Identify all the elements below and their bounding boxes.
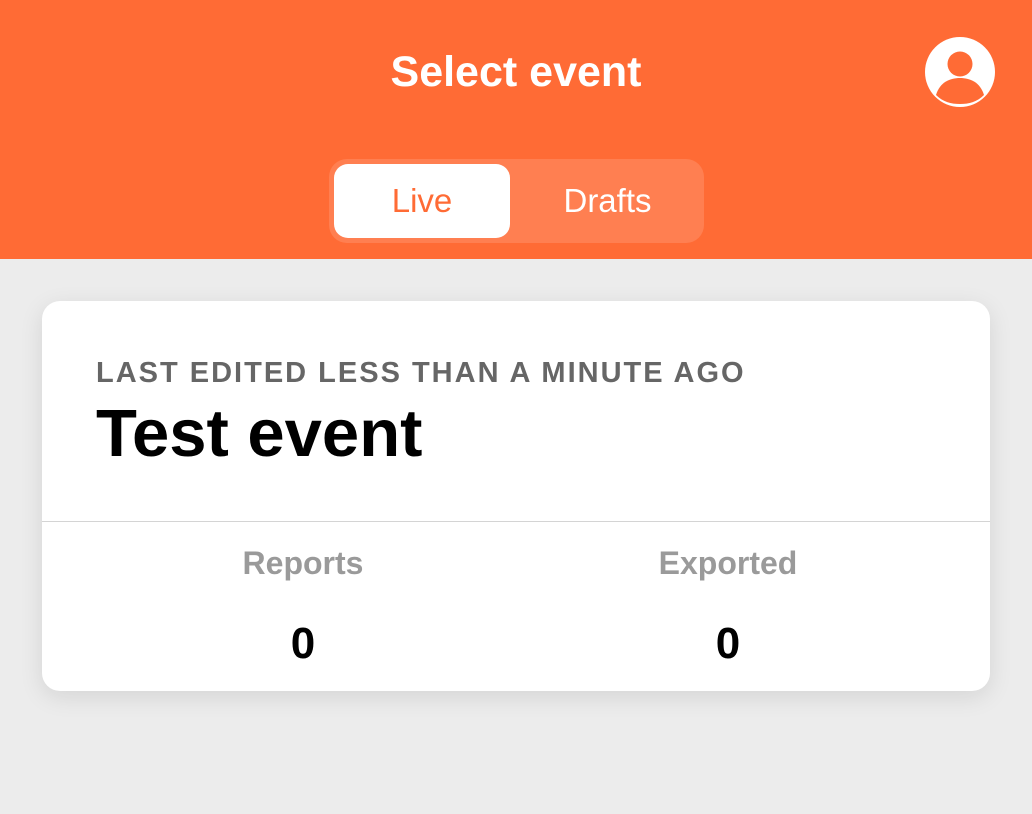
exported-count: 0 <box>715 619 741 668</box>
event-status-segmented-control: Live Drafts <box>329 159 704 243</box>
reports-stat: Reports 0 <box>153 543 453 669</box>
profile-button[interactable] <box>925 37 995 107</box>
tab-live[interactable]: Live <box>334 164 510 238</box>
reports-label: Reports <box>242 545 364 581</box>
reports-count: 0 <box>290 619 316 668</box>
card-divider <box>42 521 990 522</box>
event-card[interactable]: LAST EDITED LESS THAN A MINUTE AGO Test … <box>42 301 990 691</box>
user-circle-icon <box>936 51 984 104</box>
last-edited-label: LAST EDITED LESS THAN A MINUTE AGO <box>96 357 746 389</box>
app-header: Select event Live Drafts <box>0 0 1032 259</box>
tab-drafts[interactable]: Drafts <box>516 164 699 238</box>
exported-label: Exported <box>658 545 798 581</box>
event-title: Test event <box>96 396 423 471</box>
page-title: Select event <box>390 48 642 96</box>
exported-stat: Exported 0 <box>578 543 878 669</box>
